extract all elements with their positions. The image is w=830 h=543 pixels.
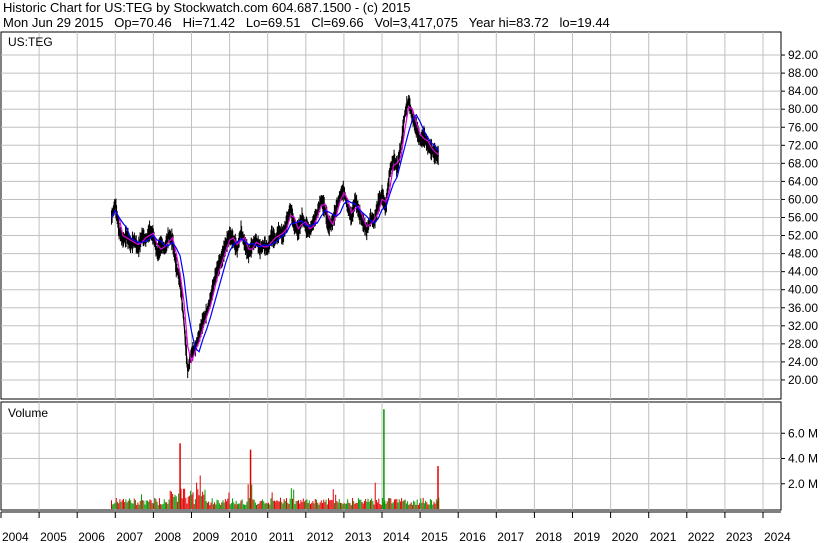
volume-y-tick-label: 2.0 M [788,477,818,491]
x-tick-label: 2024 [764,530,791,543]
x-tick-label: 2022 [688,530,715,543]
x-tick-label: 2006 [78,530,105,543]
y-tick-label: 40.00 [788,283,818,297]
y-tick-label: 32.00 [788,319,818,333]
price-y-axis: 92.00 88.00 84.00 80.00 76.00 72.00 68.00 64.00… [781,48,818,387]
y-tick-label: 84.00 [788,84,818,98]
x-tick-label: 2023 [726,530,753,543]
x-tick-label: 2016 [459,530,486,543]
y-tick-label: 28.00 [788,337,818,351]
x-tick-label: 2020 [612,530,639,543]
x-tick-label: 2007 [116,530,143,543]
ticker-label: US:TEG [8,35,53,49]
y-tick-label: 80.00 [788,102,818,116]
volume-y-tick-label: 6.0 M [788,426,818,440]
x-tick-label: 2013 [345,530,372,543]
x-tick-label: 2017 [497,530,524,543]
volume-label: Volume [8,406,48,420]
x-axis: 2004 2005 2006 2007 2008 2009 2010 2011 2012 2013… [0,511,791,543]
x-tick-label: 2015 [421,530,448,543]
y-tick-label: 88.00 [788,66,818,80]
y-tick-label: 72.00 [788,138,818,152]
x-tick-label: 2014 [383,530,410,543]
x-tick-label: 2012 [307,530,334,543]
y-tick-label: 48.00 [788,247,818,261]
y-tick-label: 68.00 [788,156,818,170]
x-tick-label: 2005 [40,530,67,543]
x-tick-label: 2021 [650,530,677,543]
volume-y-tick-label: 4.0 M [788,452,818,466]
volume-y-axis: 6.0 M 4.0 M 2.0 M [781,426,818,491]
y-tick-label: 52.00 [788,229,818,243]
x-tick-label: 2018 [535,530,562,543]
y-tick-label: 24.00 [788,355,818,369]
y-tick-label: 44.00 [788,265,818,279]
price-panel: US:TEG 92.00 88.00 84.00 80.00 76.00 72.00 68.… [0,31,818,400]
y-tick-label: 76.00 [788,120,818,134]
x-tick-label: 2010 [231,530,258,543]
x-tick-label: 2011 [269,530,295,543]
y-tick-label: 36.00 [788,301,818,315]
stock-chart: US:TEG 92.00 88.00 84.00 80.00 76.00 72.00 68.… [0,31,818,543]
volume-panel: Volume 6.0 M 4.0 M 2.0 M [0,401,818,511]
x-tick-label: 2019 [574,530,601,543]
x-tick-label: 2009 [193,530,220,543]
y-tick-label: 60.00 [788,192,818,206]
x-tick-label: 2004 [2,530,29,543]
y-tick-label: 64.00 [788,174,818,188]
x-tick-label: 2008 [154,530,181,543]
y-tick-label: 56.00 [788,211,818,225]
y-tick-label: 92.00 [788,48,818,62]
y-tick-label: 20.00 [788,373,818,387]
volume-plot-frame [0,401,782,511]
